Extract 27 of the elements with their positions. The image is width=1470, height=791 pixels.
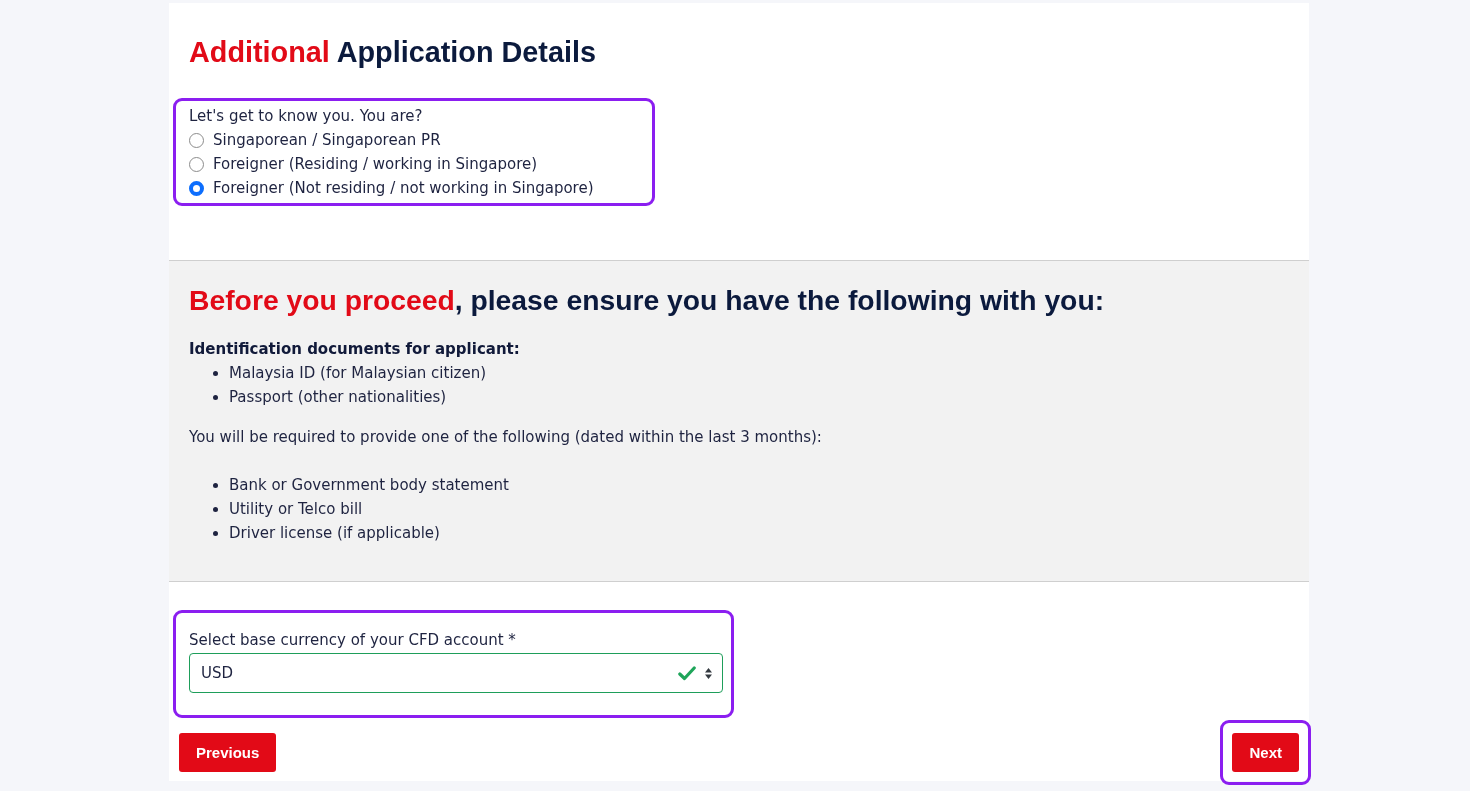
bullet-icon <box>213 394 218 400</box>
section-heading: Additional Application Details <box>189 36 596 68</box>
radio-label[interactable]: Foreigner (Not residing / not working in Singapore) <box>213 179 594 197</box>
bullet-icon <box>213 482 218 488</box>
list-item: Passport (other nationalities) <box>229 388 447 406</box>
list-item: Malaysia ID (for Malaysian citizen) <box>229 364 487 382</box>
question-label: Let's get to know you. You are? <box>189 106 424 127</box>
radio-button[interactable] <box>189 156 204 172</box>
radio-label[interactable]: Singaporean / Singaporean PR <box>213 131 441 149</box>
caret-icon <box>705 667 712 679</box>
currency-select[interactable]: USD <box>189 653 723 693</box>
nav-button[interactable]: Next <box>1232 733 1299 772</box>
list-item: Bank or Government body statement <box>229 476 509 494</box>
radio-button[interactable] <box>189 180 204 196</box>
bullet-icon <box>213 370 218 376</box>
check-icon <box>678 665 696 681</box>
list-item: Utility or Telco bill <box>229 500 363 518</box>
list-heading: Identification documents for applicant: <box>189 339 520 360</box>
list-item: Driver license (if applicable) <box>229 524 440 542</box>
field-label: Select base currency of your CFD account * <box>189 630 516 651</box>
bullet-icon <box>213 506 218 512</box>
paragraph: You will be required to provide one of the following (dated within the last 3 months): <box>189 427 822 448</box>
section-heading: Before you proceed, please ensure you have the following with you: <box>189 283 1105 317</box>
radio-label[interactable]: Foreigner (Residing / working in Singapore) <box>213 155 538 173</box>
nav-button[interactable]: Previous <box>179 733 277 772</box>
bullet-icon <box>213 530 218 536</box>
radio-button[interactable] <box>189 132 204 148</box>
